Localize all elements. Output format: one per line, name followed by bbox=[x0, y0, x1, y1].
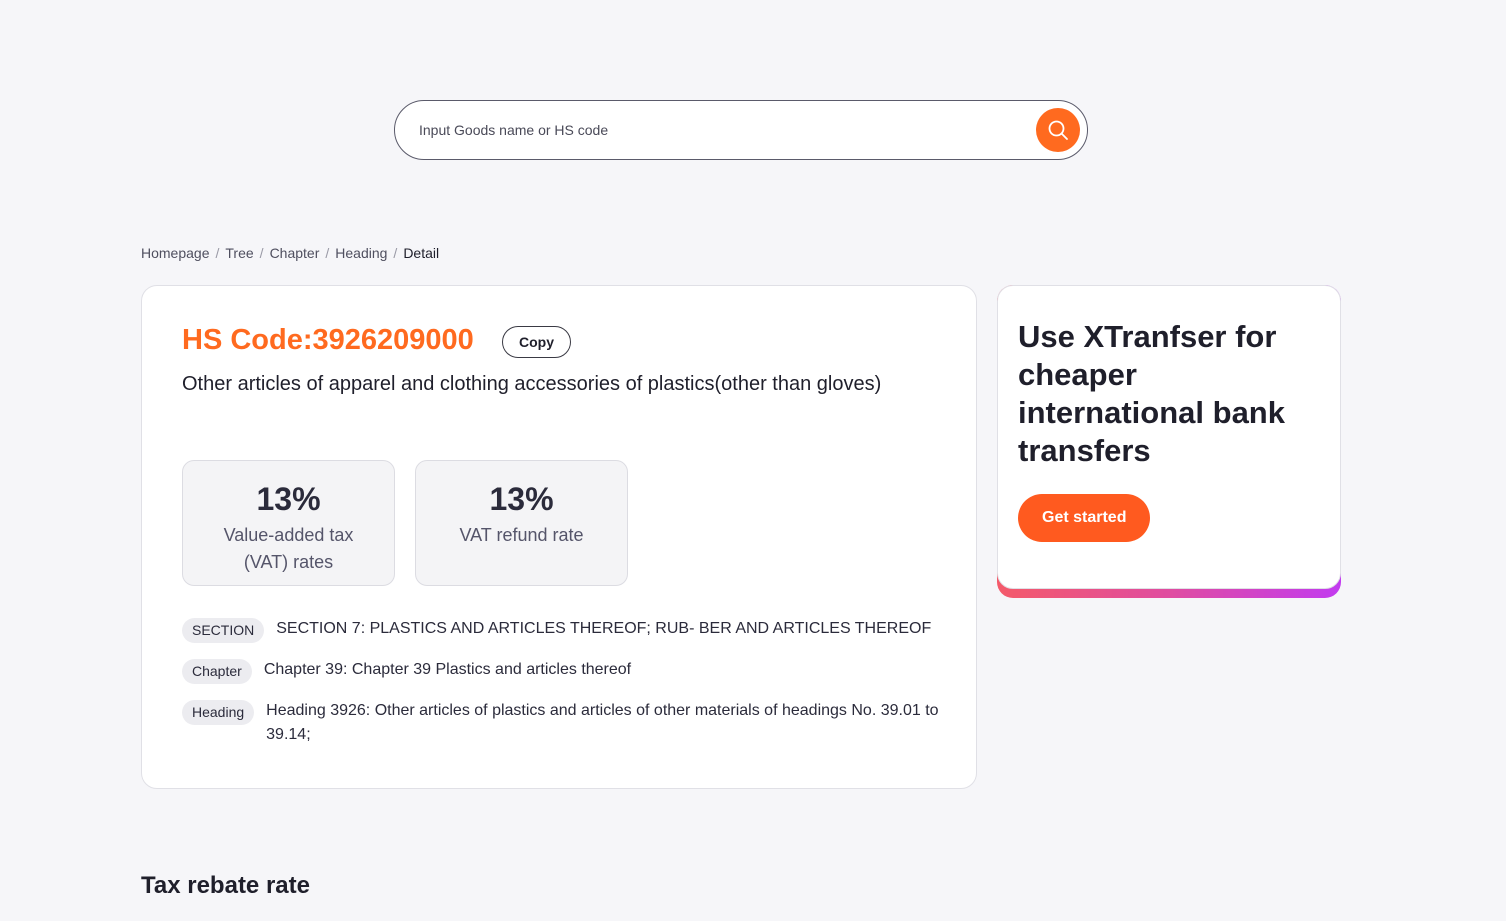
goods-description: Other articles of apparel and clothing a… bbox=[182, 373, 882, 395]
section-tag: SECTION bbox=[182, 618, 265, 643]
heading-row: Heading Heading 3926: Other articles of … bbox=[182, 699, 942, 747]
hs-code-title: HS Code:3926209000 bbox=[182, 324, 474, 356]
chapter-text: Chapter 39: Chapter 39 Plastics and arti… bbox=[263, 661, 632, 678]
section-text: SECTION 7: PLASTICS AND ARTICLES THEREOF… bbox=[276, 620, 932, 637]
promo-heading: Use XTranfser for cheaper international … bbox=[1018, 319, 1285, 468]
heading-tag: Heading bbox=[182, 700, 255, 725]
heading-text: Heading 3926: Other articles of plastics… bbox=[266, 702, 939, 743]
breadcrumb-chapter[interactable]: Chapter bbox=[270, 245, 320, 261]
breadcrumb-tree[interactable]: Tree bbox=[225, 245, 253, 261]
vat-refund-label: VAT refund rate bbox=[459, 525, 584, 545]
tax-rebate-heading: Tax rebate rate bbox=[141, 872, 310, 899]
search-icon bbox=[1048, 120, 1068, 140]
breadcrumb-separator: / bbox=[325, 245, 330, 261]
vat-rate-value: 13% bbox=[256, 481, 321, 517]
breadcrumb-separator: / bbox=[215, 245, 220, 261]
section-row: SECTION SECTION 7: PLASTICS AND ARTICLES… bbox=[182, 617, 942, 643]
breadcrumb-heading[interactable]: Heading bbox=[335, 245, 387, 261]
breadcrumb-homepage[interactable]: Homepage bbox=[141, 245, 210, 261]
chapter-row: Chapter Chapter 39: Chapter 39 Plastics … bbox=[182, 658, 942, 684]
breadcrumb-separator: / bbox=[259, 245, 264, 261]
search-bar bbox=[394, 100, 1088, 160]
search-button[interactable] bbox=[1036, 108, 1080, 152]
chapter-tag: Chapter bbox=[182, 659, 252, 684]
hs-detail-card: HS Code:3926209000 Copy Other articles o… bbox=[141, 285, 977, 789]
breadcrumb-separator: / bbox=[393, 245, 398, 261]
promo-card: Use XTranfser for cheaper international … bbox=[997, 285, 1341, 598]
get-started-button[interactable]: Get started bbox=[1018, 494, 1151, 542]
promo-card-body: Use XTranfser for cheaper international … bbox=[997, 285, 1341, 589]
vat-rate-label: Value-added tax (VAT) rates bbox=[223, 525, 354, 572]
breadcrumb: Homepage / Tree / Chapter / Heading / Detail bbox=[141, 245, 439, 261]
vat-rate-box: 13% Value-added tax (VAT) rates bbox=[182, 460, 395, 586]
copy-button[interactable]: Copy bbox=[502, 326, 571, 358]
breadcrumb-current: Detail bbox=[403, 245, 440, 261]
vat-refund-value: 13% bbox=[489, 481, 554, 517]
vat-refund-box: 13% VAT refund rate bbox=[415, 460, 628, 586]
search-input[interactable] bbox=[419, 101, 1019, 159]
